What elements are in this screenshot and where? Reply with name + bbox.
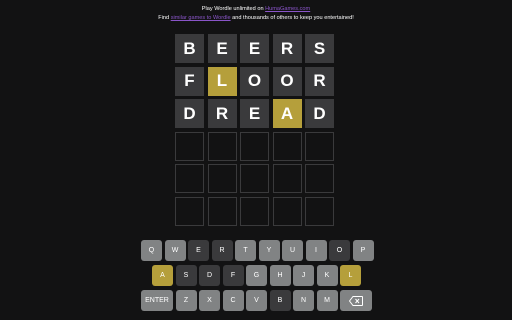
board-tile — [175, 196, 204, 226]
keyboard-row: ENTER Z X C V B N M — [0, 290, 512, 311]
board-tile — [272, 131, 302, 161]
promo-text: and thousands of others to keep you ente… — [232, 15, 354, 21]
backspace-icon — [349, 295, 363, 306]
board-tile: B — [175, 34, 204, 63]
key-o[interactable]: O — [329, 240, 350, 261]
board-tile: E — [207, 34, 237, 63]
key-p[interactable]: P — [352, 240, 374, 261]
board-tile — [272, 164, 302, 193]
humagames-link[interactable]: HumaGames.com — [265, 6, 310, 12]
key-j[interactable]: J — [293, 265, 314, 286]
key-n[interactable]: N — [293, 290, 314, 311]
key-e[interactable]: E — [188, 240, 209, 261]
game-board: BEERSFLOORDREAD — [175, 34, 334, 226]
key-i[interactable]: I — [305, 240, 327, 261]
board-tile — [207, 131, 237, 161]
board-tile: R — [305, 66, 334, 96]
board-tile — [207, 196, 237, 226]
board-tile — [175, 131, 204, 161]
board-tile: F — [175, 66, 204, 96]
key-b[interactable]: B — [269, 290, 291, 311]
key-c[interactable]: C — [222, 290, 244, 311]
key-g[interactable]: G — [246, 265, 267, 286]
board-tile: O — [240, 66, 269, 96]
board-tile — [240, 164, 269, 193]
similar-games-link[interactable]: similar games to Wordle — [171, 15, 231, 21]
key-z[interactable]: Z — [175, 290, 197, 311]
board-tile — [272, 196, 302, 226]
promo-header: Play Wordle unlimited on HumaGames.com F… — [0, 5, 512, 23]
board-tile — [207, 164, 237, 193]
key-q[interactable]: Q — [141, 240, 162, 261]
key-u[interactable]: U — [282, 240, 303, 261]
key-s[interactable]: S — [175, 265, 197, 286]
board-tile — [305, 131, 334, 161]
board-tile: E — [240, 99, 269, 128]
board-tile: A — [272, 99, 302, 128]
backspace-key[interactable] — [340, 290, 372, 311]
promo-text: Play Wordle unlimited on — [201, 6, 264, 12]
key-m[interactable]: M — [316, 290, 338, 311]
key-v[interactable]: V — [246, 290, 267, 311]
key-w[interactable]: W — [164, 240, 186, 261]
key-d[interactable]: D — [199, 265, 220, 286]
board-tile: L — [207, 66, 237, 96]
key-k[interactable]: K — [316, 265, 338, 286]
board-tile — [175, 164, 204, 193]
keyboard-row: QWERTYUIOP — [0, 240, 512, 261]
key-y[interactable]: Y — [258, 240, 280, 261]
key-h[interactable]: H — [269, 265, 291, 286]
board-tile — [305, 196, 334, 226]
keyboard-row: ASDFGHJKL — [0, 265, 512, 286]
board-tile: R — [272, 34, 302, 63]
board-tile: O — [272, 66, 302, 96]
board-tile — [240, 131, 269, 161]
key-f[interactable]: F — [222, 265, 244, 286]
promo-text: Find — [158, 15, 170, 21]
key-x[interactable]: X — [199, 290, 220, 311]
board-tile: R — [207, 99, 237, 128]
enter-key[interactable]: ENTER — [141, 290, 173, 311]
promo-line-2: Find similar games to Wordle and thousan… — [0, 14, 512, 23]
board-tile — [305, 164, 334, 193]
key-r[interactable]: R — [211, 240, 233, 261]
board-tile: D — [305, 99, 334, 128]
promo-line-1: Play Wordle unlimited on HumaGames.com — [0, 5, 512, 14]
board-tile: E — [240, 34, 269, 63]
key-a[interactable]: A — [152, 265, 173, 286]
key-t[interactable]: T — [235, 240, 256, 261]
board-tile — [240, 196, 269, 226]
board-tile: D — [175, 99, 204, 128]
board-tile: S — [305, 34, 334, 63]
key-l[interactable]: L — [340, 265, 361, 286]
